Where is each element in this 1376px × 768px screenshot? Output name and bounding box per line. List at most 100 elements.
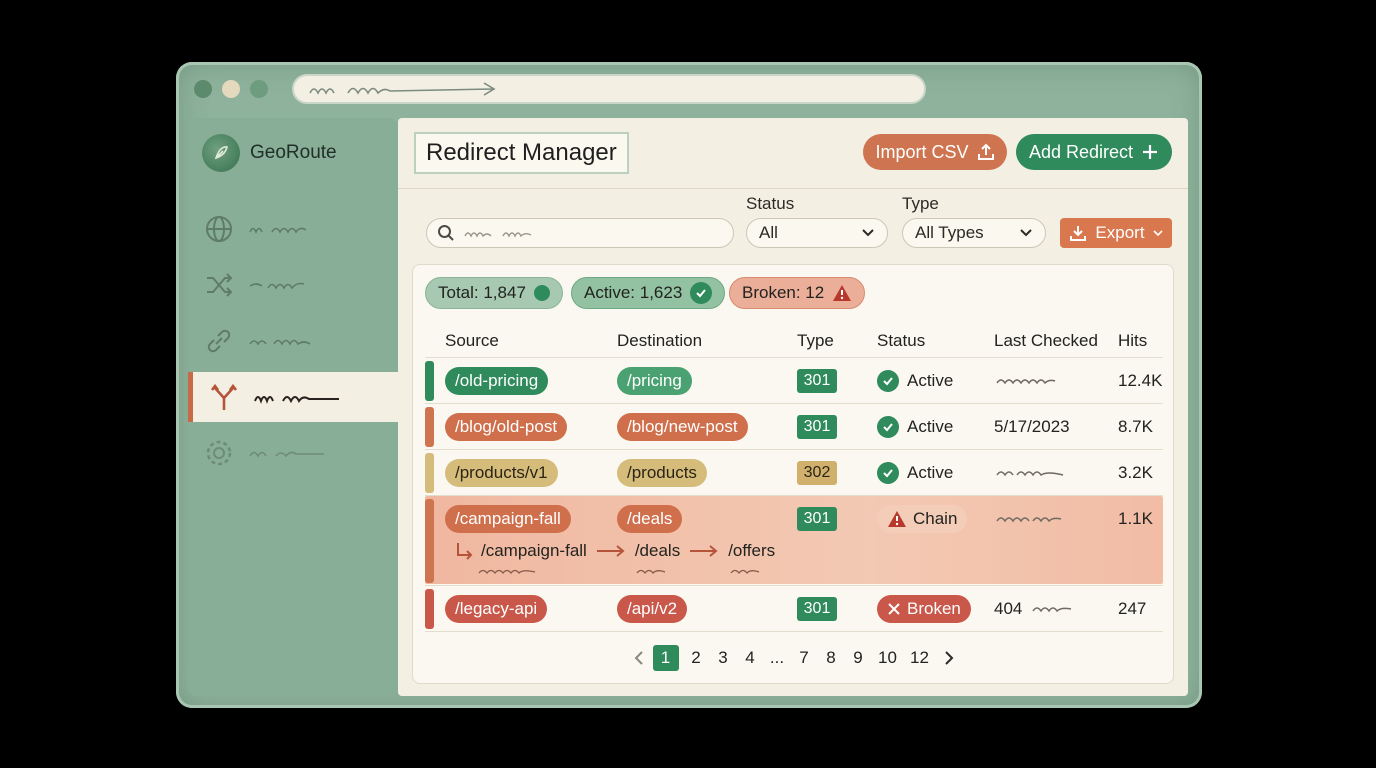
row-divider	[425, 449, 1163, 450]
source-pill[interactable]: /campaign-fall	[445, 505, 571, 533]
table-row[interactable]: /blog/old-post /blog/new-post 301 Active…	[425, 405, 1163, 449]
table-row[interactable]: /campaign-fall /deals 301 Chain 1.1K /ca…	[425, 497, 1163, 585]
active-count-chip[interactable]: Active: 1,623	[571, 277, 726, 309]
next-page-button[interactable]	[936, 645, 963, 671]
broken-count-chip[interactable]: Broken: 12	[729, 277, 866, 309]
status-chain: Chain	[877, 505, 968, 533]
status-filter-select[interactable]: All	[746, 218, 888, 248]
sidebar-item-geo[interactable]	[188, 204, 398, 254]
upload-icon	[977, 143, 994, 160]
status-label: Active	[907, 463, 954, 482]
page-button-current[interactable]: 1	[652, 645, 679, 671]
plus-icon	[1143, 145, 1158, 159]
broken-count: Broken: 12	[742, 283, 825, 302]
check-circle-icon	[877, 416, 899, 438]
status-active: Active	[877, 370, 953, 392]
address-scribble-icon	[309, 82, 496, 96]
export-button[interactable]: Export	[1060, 218, 1172, 248]
sidebar-item-rules[interactable]	[188, 260, 398, 310]
table-row[interactable]: /legacy-api /api/v2 301 Broken 404 247	[425, 587, 1163, 631]
sidebar-label-scribble-icon	[254, 396, 339, 404]
sidebar-label-scribble-icon	[249, 227, 307, 235]
warning-icon	[833, 285, 852, 301]
globe-icon	[206, 216, 232, 242]
sidebar-item-links[interactable]	[188, 316, 398, 366]
column-header-last-checked[interactable]: Last Checked	[994, 331, 1098, 351]
type-filter-value: All Types	[915, 223, 984, 242]
destination-pill[interactable]: /blog/new-post	[617, 413, 748, 441]
sidebar-item-redirects[interactable]	[188, 372, 398, 422]
browser-window: GeoRoute Redirect Manager Import CSV Add…	[176, 62, 1202, 708]
chevron-down-icon	[862, 229, 874, 237]
hits-value: 3.2K	[1118, 463, 1153, 482]
column-header-type[interactable]: Type	[797, 331, 834, 351]
window-close-dot[interactable]	[194, 80, 212, 98]
address-bar[interactable]	[292, 74, 926, 104]
hits-value: 8.7K	[1118, 417, 1153, 436]
import-csv-button[interactable]: Import CSV	[863, 134, 1007, 170]
total-count-chip[interactable]: Total: 1,847	[425, 277, 563, 309]
type-filter-select[interactable]: All Types	[902, 218, 1046, 248]
status-broken: Broken	[877, 595, 971, 623]
add-redirect-button[interactable]: Add Redirect	[1016, 134, 1172, 170]
table-row[interactable]: /old-pricing /pricing 301 Active 12.4K	[425, 359, 1163, 403]
sidebar-label-scribble-icon	[249, 451, 324, 458]
hits-value: 12.4K	[1118, 371, 1163, 390]
row-status-bar	[425, 407, 434, 447]
row-divider	[425, 403, 1163, 404]
chevron-right-icon	[945, 651, 954, 665]
column-header-hits[interactable]: Hits	[1118, 331, 1147, 351]
destination-pill[interactable]: /api/v2	[617, 595, 688, 623]
source-pill[interactable]: /old-pricing	[445, 367, 549, 395]
sidebar-label-scribble-icon	[249, 282, 305, 290]
column-header-destination[interactable]: Destination	[617, 331, 702, 351]
source-pill[interactable]: /products/v1	[445, 459, 558, 487]
status-label: Broken	[907, 599, 961, 618]
row-divider	[425, 585, 1163, 586]
window-minimize-dot[interactable]	[222, 80, 240, 98]
page-button[interactable]: 9	[845, 645, 872, 671]
column-header-status[interactable]: Status	[877, 331, 925, 351]
chain-scribble-icon	[478, 569, 760, 575]
destination-pill[interactable]: /deals	[617, 505, 683, 533]
page-button[interactable]: 12	[904, 645, 936, 671]
prev-page-button[interactable]	[626, 645, 653, 671]
last-checked-scribble-icon	[996, 471, 1064, 477]
hits-value: 247	[1118, 599, 1147, 618]
table-row[interactable]: /products/v1 /products 302 Active 3.2K	[425, 451, 1163, 495]
row-status-bar	[425, 589, 434, 629]
destination-pill[interactable]: /products	[617, 459, 707, 487]
page-button[interactable]: 3	[710, 645, 737, 671]
column-header-source[interactable]: Source	[445, 331, 499, 351]
status-label: Active	[907, 417, 954, 436]
search-input[interactable]	[426, 218, 734, 248]
destination-pill[interactable]: /pricing	[617, 367, 692, 395]
type-filter-label: Type	[902, 194, 939, 213]
source-pill[interactable]: /legacy-api	[445, 595, 548, 623]
pagination: 1 2 3 4 ... 7 8 9 10 12	[413, 645, 1175, 671]
brand[interactable]: GeoRoute	[202, 134, 337, 172]
total-dot-icon	[533, 285, 550, 301]
page-button[interactable]: 8	[818, 645, 845, 671]
chevron-down-icon	[1020, 229, 1032, 237]
row-status-bar	[425, 453, 434, 493]
page-button[interactable]: 2	[683, 645, 710, 671]
check-circle-icon	[877, 462, 899, 484]
check-circle-icon	[690, 282, 713, 304]
page-button[interactable]: 10	[872, 645, 904, 671]
header-divider	[425, 357, 1163, 358]
source-pill[interactable]: /blog/old-post	[445, 413, 568, 441]
page-button[interactable]: 4	[737, 645, 764, 671]
page-title: Redirect Manager	[414, 132, 629, 174]
page-button[interactable]: 7	[791, 645, 818, 671]
last-checked-scribble-icon	[1032, 607, 1072, 613]
fork-icon	[210, 383, 238, 410]
sidebar-item-settings[interactable]	[188, 428, 398, 478]
add-redirect-label: Add Redirect	[1028, 141, 1134, 162]
status-label: Active	[907, 371, 954, 390]
download-icon	[1070, 226, 1087, 241]
window-maximize-dot[interactable]	[250, 80, 268, 98]
type-badge: 302	[797, 461, 837, 485]
header-divider	[398, 188, 1188, 189]
active-count: Active: 1,623	[584, 283, 683, 302]
